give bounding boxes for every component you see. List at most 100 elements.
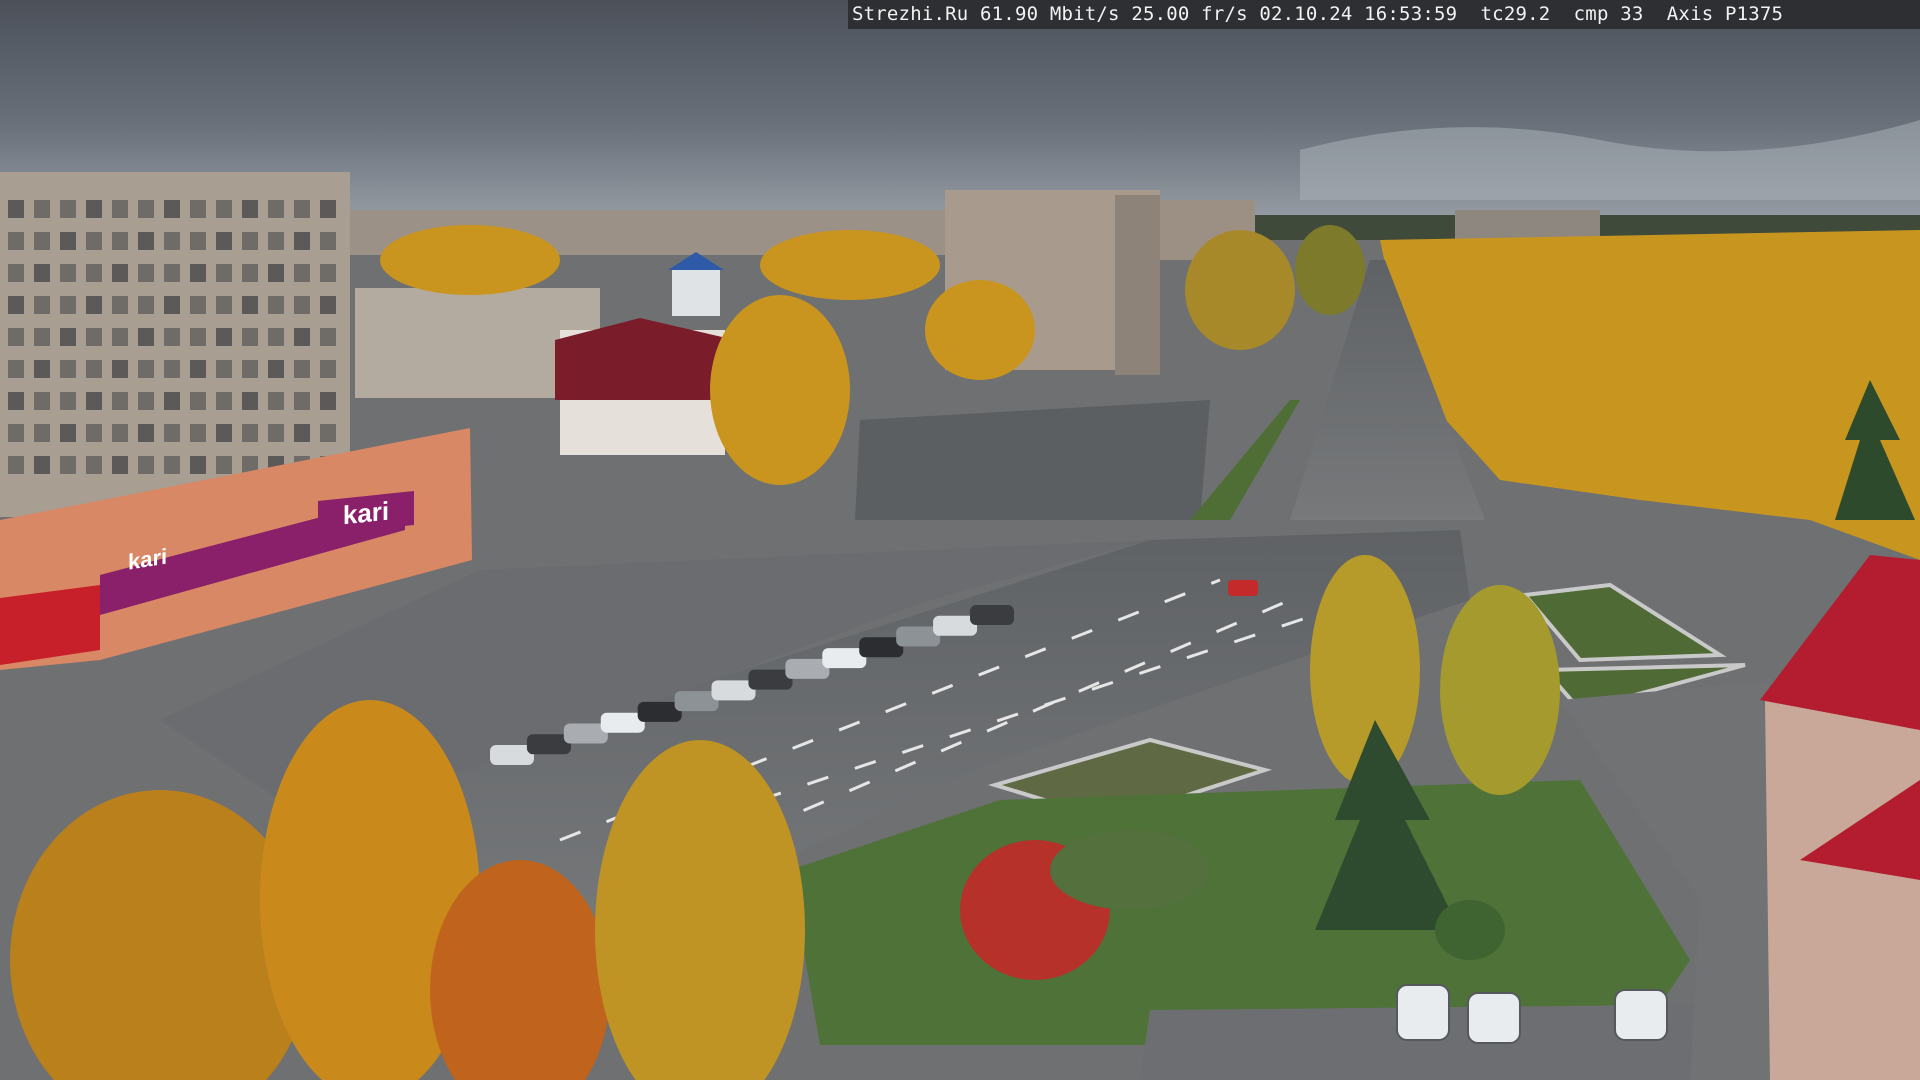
window bbox=[320, 264, 336, 282]
street-scene-image bbox=[0, 0, 1920, 1080]
window bbox=[320, 424, 336, 442]
central-square bbox=[855, 400, 1210, 520]
window bbox=[112, 264, 128, 282]
window bbox=[164, 360, 180, 378]
window bbox=[112, 392, 128, 410]
window bbox=[294, 296, 310, 314]
window bbox=[138, 360, 154, 378]
window bbox=[268, 232, 284, 250]
distant-building bbox=[1455, 210, 1600, 240]
window bbox=[216, 328, 232, 346]
camera-osd-overlay: Strezhi.Ru 61.90 Mbit/s 25.00 fr/s 02.10… bbox=[848, 0, 1920, 29]
window bbox=[294, 392, 310, 410]
window bbox=[268, 200, 284, 218]
window bbox=[8, 360, 24, 378]
window bbox=[164, 296, 180, 314]
window bbox=[242, 360, 258, 378]
window bbox=[60, 392, 76, 410]
window bbox=[60, 200, 76, 218]
window bbox=[86, 264, 102, 282]
window bbox=[138, 264, 154, 282]
window bbox=[34, 360, 50, 378]
window bbox=[216, 424, 232, 442]
window bbox=[138, 392, 154, 410]
window bbox=[138, 424, 154, 442]
osd-tc: tc29.2 bbox=[1480, 3, 1551, 25]
window bbox=[86, 392, 102, 410]
window bbox=[34, 392, 50, 410]
window bbox=[268, 264, 284, 282]
window bbox=[190, 424, 206, 442]
window bbox=[320, 296, 336, 314]
window bbox=[242, 232, 258, 250]
window bbox=[8, 232, 24, 250]
window bbox=[190, 392, 206, 410]
window bbox=[60, 360, 76, 378]
osd-cmp: cmp 33 bbox=[1573, 3, 1644, 25]
window bbox=[60, 328, 76, 346]
window bbox=[294, 360, 310, 378]
osd-bitrate: 61.90 Mbit/s bbox=[980, 3, 1120, 25]
window bbox=[190, 328, 206, 346]
osd-camera: Axis P1375 bbox=[1666, 3, 1784, 25]
blue-roof-tower bbox=[672, 268, 720, 316]
window bbox=[190, 456, 206, 474]
window bbox=[112, 456, 128, 474]
window bbox=[164, 200, 180, 218]
window bbox=[60, 424, 76, 442]
window bbox=[164, 264, 180, 282]
window bbox=[112, 424, 128, 442]
window bbox=[216, 200, 232, 218]
window bbox=[216, 392, 232, 410]
window bbox=[86, 328, 102, 346]
window bbox=[320, 360, 336, 378]
window bbox=[320, 232, 336, 250]
window bbox=[164, 328, 180, 346]
window bbox=[242, 392, 258, 410]
window bbox=[320, 392, 336, 410]
window bbox=[242, 328, 258, 346]
window bbox=[138, 456, 154, 474]
window bbox=[112, 200, 128, 218]
window bbox=[34, 264, 50, 282]
window bbox=[320, 200, 336, 218]
window bbox=[34, 328, 50, 346]
window bbox=[8, 424, 24, 442]
window bbox=[164, 392, 180, 410]
window bbox=[60, 296, 76, 314]
window bbox=[60, 264, 76, 282]
window bbox=[86, 200, 102, 218]
window bbox=[164, 424, 180, 442]
window bbox=[268, 296, 284, 314]
window bbox=[8, 296, 24, 314]
window bbox=[164, 232, 180, 250]
parked-car bbox=[970, 605, 1014, 625]
window bbox=[8, 200, 24, 218]
window bbox=[34, 296, 50, 314]
window bbox=[86, 456, 102, 474]
window bbox=[138, 328, 154, 346]
window bbox=[86, 296, 102, 314]
window bbox=[60, 232, 76, 250]
window bbox=[190, 200, 206, 218]
osd-site: Strezhi.Ru bbox=[852, 3, 969, 25]
window bbox=[242, 264, 258, 282]
window bbox=[112, 232, 128, 250]
window bbox=[8, 456, 24, 474]
red-car bbox=[1228, 580, 1258, 596]
window bbox=[320, 328, 336, 346]
window bbox=[112, 328, 128, 346]
window bbox=[190, 264, 206, 282]
window bbox=[138, 232, 154, 250]
window bbox=[8, 264, 24, 282]
window bbox=[190, 232, 206, 250]
window bbox=[190, 360, 206, 378]
window bbox=[34, 232, 50, 250]
window bbox=[138, 200, 154, 218]
window bbox=[294, 200, 310, 218]
window bbox=[294, 328, 310, 346]
window bbox=[216, 264, 232, 282]
window bbox=[268, 424, 284, 442]
window bbox=[294, 424, 310, 442]
window bbox=[190, 296, 206, 314]
